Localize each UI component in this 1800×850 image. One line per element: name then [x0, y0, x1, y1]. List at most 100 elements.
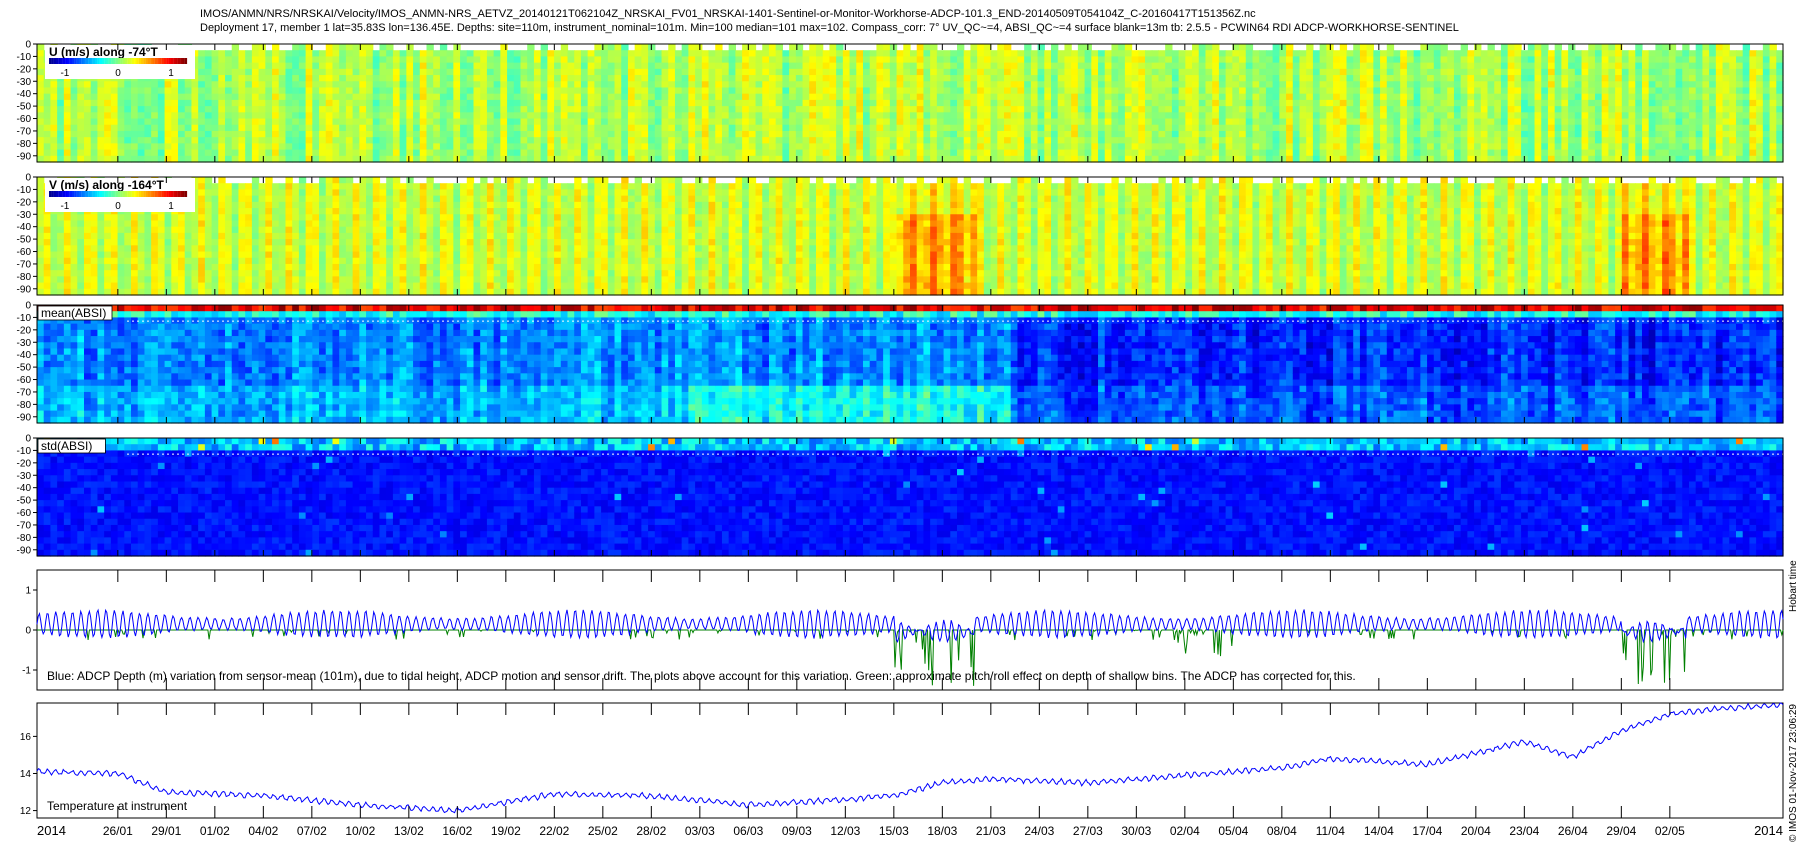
heatmap-cell [1641, 81, 1650, 89]
heatmap-cell [1709, 149, 1717, 157]
heatmap-cell [460, 143, 468, 151]
heatmap-cell [1507, 112, 1515, 120]
heatmap-cell [654, 106, 663, 113]
heatmap-cell [587, 75, 595, 82]
heatmap-cell [695, 130, 703, 138]
heatmap-cell [889, 50, 898, 58]
heatmap-cell [775, 99, 784, 107]
heatmap-cell [809, 118, 817, 126]
heatmap-cell [688, 118, 696, 126]
heatmap-cell [977, 130, 985, 138]
heatmap-cell [527, 44, 535, 51]
heatmap-cell [50, 124, 58, 132]
colorbar-swatch [97, 58, 100, 64]
heatmap-cell [728, 118, 736, 126]
heatmap-cell [1621, 56, 1630, 64]
heatmap-cell [1373, 106, 1381, 113]
heatmap-cell [1648, 81, 1657, 89]
heatmap-cell [782, 50, 790, 58]
heatmap-cell [460, 124, 468, 132]
colorbar-swatch [124, 58, 128, 64]
heatmap-cell [43, 214, 52, 222]
heatmap-cell [1239, 68, 1247, 76]
heatmap-cell [540, 62, 548, 70]
heatmap-cell [1292, 81, 1301, 89]
heatmap-cell [258, 137, 266, 144]
heatmap-cell [1333, 137, 1341, 144]
heatmap-cell [1682, 50, 1690, 58]
heatmap-cell [460, 93, 468, 101]
heatmap-cell [493, 93, 501, 101]
heatmap-cell [1480, 62, 1489, 70]
heatmap-cell [1185, 81, 1193, 89]
heatmap-cell [278, 50, 287, 58]
heatmap-cell [802, 130, 810, 138]
heatmap-cell [171, 106, 179, 113]
heatmap-cell [701, 130, 710, 138]
heatmap-cell [379, 124, 387, 132]
heatmap-cell [157, 130, 166, 138]
heatmap-cell [1715, 75, 1724, 82]
heatmap-cell [319, 81, 327, 89]
heatmap-cell [688, 62, 696, 70]
heatmap-cell [486, 50, 495, 58]
heatmap-cell [1091, 75, 1099, 82]
heatmap-cell [1306, 112, 1314, 120]
heatmap-cell [366, 68, 374, 76]
heatmap-cell [1400, 75, 1408, 82]
y-tick-label: -90 [17, 151, 32, 162]
heatmap-cell [755, 143, 763, 151]
heatmap-cell [305, 112, 313, 120]
heatmap-cell [211, 118, 219, 126]
heatmap-cell [587, 130, 595, 138]
heatmap-cell [782, 93, 790, 101]
heatmap-cell [755, 87, 763, 95]
heatmap-cell [507, 124, 515, 132]
heatmap-cell [1447, 62, 1455, 70]
heatmap-cell [1286, 149, 1294, 157]
heatmap-cell [1574, 50, 1583, 58]
heatmap-cell [426, 44, 434, 51]
heatmap-cell [601, 99, 609, 107]
heatmap-cell [587, 62, 595, 70]
heatmap-cell [648, 106, 656, 113]
heatmap-cell [533, 112, 542, 120]
heatmap-cell [580, 75, 589, 82]
heatmap-cell [594, 68, 602, 76]
heatmap-cell [198, 137, 206, 144]
heatmap-cell [574, 99, 582, 107]
heatmap-cell [1346, 56, 1354, 64]
heatmap-cell [231, 99, 240, 107]
heatmap-cell [345, 112, 354, 120]
heatmap-cell [379, 143, 387, 151]
heatmap-cell [50, 149, 58, 157]
heatmap-cell [1339, 87, 1348, 95]
heatmap-cell [1762, 143, 1771, 151]
heatmap-cell [1413, 75, 1421, 82]
heatmap-cell [419, 149, 428, 157]
heatmap-cell [829, 56, 837, 64]
heatmap-cell [1205, 68, 1213, 76]
heatmap-cell [1715, 99, 1724, 107]
heatmap-cell [366, 75, 374, 82]
heatmap-cell [1030, 118, 1039, 126]
heatmap-cell [386, 93, 394, 101]
heatmap-cell [1077, 130, 1086, 138]
colorbar-swatch [83, 58, 86, 64]
heatmap-cell [1534, 130, 1542, 138]
heatmap-cell [815, 106, 824, 113]
heatmap-cell [1265, 81, 1274, 89]
heatmap-cell [1709, 75, 1717, 82]
heatmap-cell [1205, 137, 1213, 144]
heatmap-cell [70, 81, 78, 89]
heatmap-cell [889, 75, 898, 82]
heatmap-cell [392, 143, 401, 151]
heatmap-cell [399, 106, 407, 113]
heatmap-cell [1265, 149, 1274, 157]
heatmap-cell [1628, 137, 1636, 144]
heatmap-cell [1393, 50, 1401, 58]
heatmap-cell [1547, 62, 1556, 70]
heatmap-cell [1346, 87, 1354, 95]
heatmap-cell [815, 130, 824, 138]
heatmap-cell [151, 143, 159, 151]
